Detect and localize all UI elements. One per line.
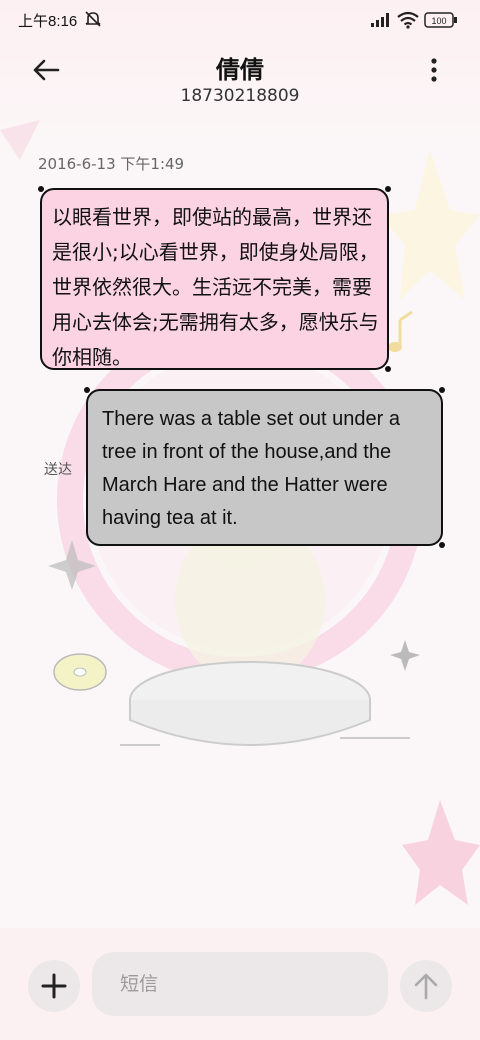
incoming-message-text: 以眼看世界，即使站的最高，世界还是很小;以心看世界，即使身处局限，世界依然很大。… [52,205,379,369]
contact-number: 18730218809 [180,86,300,106]
send-arrow-icon [414,973,438,1000]
message-timestamp: 2016-6-13 下午1:49 [38,155,185,173]
signal-icon [370,12,392,32]
battery-level: 100 [431,16,446,26]
outgoing-message-text: There was a table set out under a tree i… [102,408,400,529]
message-input[interactable] [92,952,388,1016]
outgoing-message-bubble[interactable]: There was a table set out under a tree i… [84,387,445,548]
bubble-corner-decoration [385,366,391,372]
bubble-corner-decoration [38,186,44,192]
battery-icon: 100 [424,12,458,32]
status-time: 上午8:16 [18,13,78,30]
bubble-corner-decoration [84,387,90,393]
bubble-corner-decoration [385,186,391,192]
contact-name: 倩倩 [216,56,264,84]
add-attachment-button[interactable] [28,960,80,1012]
bubble-corner-decoration [439,387,445,393]
status-bar: 上午8:16 100 [0,0,480,40]
compose-bar [0,940,480,1040]
wifi-icon [396,11,420,33]
conversation-header: 倩倩 18730218809 [0,40,480,120]
incoming-message-bubble[interactable]: 以眼看世界，即使站的最高，世界还是很小;以心看世界，即使身处局限，世界依然很大。… [38,186,391,372]
send-button[interactable] [400,960,452,1012]
more-vertical-icon [431,58,437,82]
plus-icon [41,973,67,999]
mute-bell-icon [84,10,102,32]
delivery-status: 送达 [44,462,72,478]
more-options-button[interactable] [414,52,454,88]
bubble-corner-decoration [439,542,445,548]
